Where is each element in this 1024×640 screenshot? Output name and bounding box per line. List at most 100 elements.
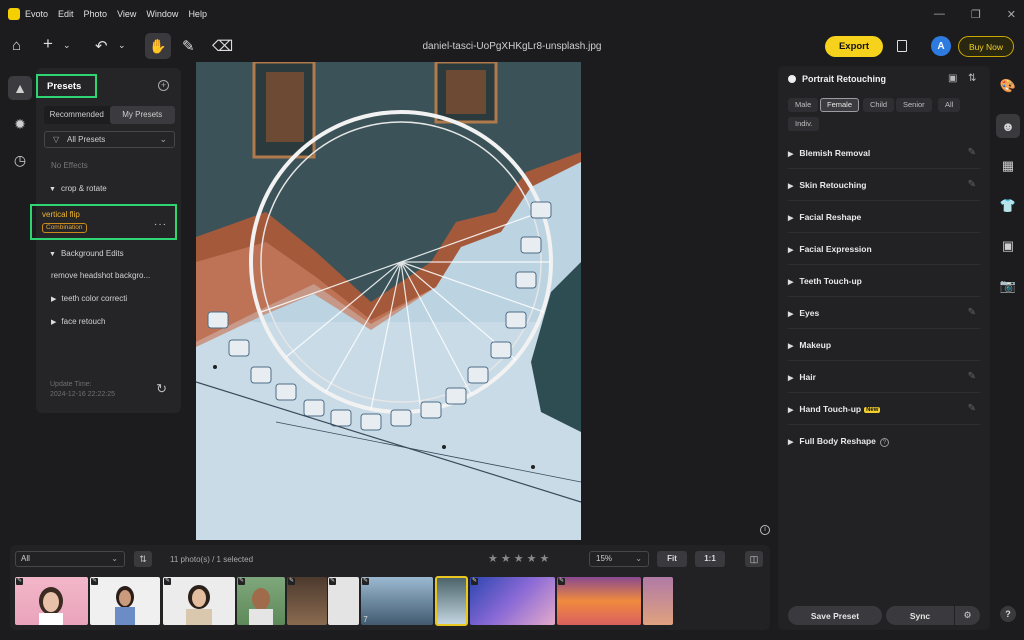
filmstrip-filter-select[interactable]: All ⌄: [15, 551, 125, 567]
toolbar: ⌂ + ⌄ ↶ ⌄ ✋ ✎ ⌫ daniel-tasci-UoPgXHKgLr8…: [0, 30, 1024, 62]
menu-app[interactable]: Evoto: [25, 9, 48, 19]
history-tab-icon[interactable]: ◷: [8, 148, 32, 172]
thumbnail[interactable]: ✎: [287, 577, 327, 625]
feature-full-body-reshape[interactable]: ▶ Full Body Reshape?: [788, 425, 980, 457]
save-preset-button[interactable]: Save Preset: [788, 606, 882, 625]
preset-group-face-retouch[interactable]: ▶ face retouch: [51, 317, 105, 326]
home-icon[interactable]: ⌂: [12, 37, 21, 54]
preset-group-label: face retouch: [61, 317, 106, 326]
preset-group-background-edits[interactable]: ▼ Background Edits: [49, 249, 124, 258]
minimize-icon[interactable]: —: [934, 8, 945, 21]
help-icon[interactable]: ?: [1000, 606, 1016, 622]
info-icon[interactable]: i: [760, 525, 770, 535]
thumbnail[interactable]: ✎: [163, 577, 235, 625]
feature-hair[interactable]: ▶ Hair ✎: [788, 361, 980, 393]
help-icon[interactable]: ?: [879, 438, 889, 447]
sync-settings-icon[interactable]: ⚙: [955, 606, 980, 625]
edit-icon[interactable]: ✎: [968, 393, 976, 425]
photo-canvas[interactable]: [196, 62, 581, 540]
preset-group-crop-rotate[interactable]: ▼ crop & rotate: [49, 184, 107, 193]
compare-icon[interactable]: ⇅: [968, 73, 976, 84]
thumbnail[interactable]: ✎: [15, 577, 88, 625]
one-to-one-button[interactable]: 1:1: [695, 551, 725, 567]
thumbnail[interactable]: ✎ 7: [361, 577, 433, 625]
more-options-icon[interactable]: ···: [154, 219, 167, 230]
preset-no-effects[interactable]: No Effects: [51, 161, 88, 170]
preset-group-teeth-color[interactable]: ▶ teeth color correcti: [51, 294, 127, 303]
thumbnail[interactable]: ✎: [237, 577, 285, 625]
edit-icon[interactable]: ✎: [968, 137, 976, 169]
menu-window[interactable]: Window: [146, 9, 178, 19]
chip-child[interactable]: Child: [863, 98, 895, 112]
chevron-down-icon[interactable]: ⌄: [63, 40, 71, 51]
feature-skin-retouching[interactable]: ▶ Skin Retouching ✎: [788, 169, 980, 201]
feature-blemish-removal[interactable]: ▶ Blemish Removal ✎: [788, 137, 980, 169]
adjust-tab-icon[interactable]: ✹: [8, 112, 32, 136]
preset-vertical-flip[interactable]: vertical flip Combination ···: [30, 204, 177, 240]
eraser-icon[interactable]: ⌫: [212, 37, 233, 55]
fit-button[interactable]: Fit: [657, 551, 687, 567]
feature-hand-touch-up[interactable]: ▶ Hand Touch-up New ✎: [788, 393, 980, 425]
face-detect-icon[interactable]: ▣: [948, 73, 957, 84]
feature-teeth-touch-up[interactable]: ▶ Teeth Touch-up: [788, 265, 980, 297]
chip-senior[interactable]: Senior: [896, 98, 932, 112]
add-icon[interactable]: +: [43, 34, 53, 54]
hand-tool-icon[interactable]: ✋: [145, 33, 171, 59]
feature-facial-expression[interactable]: ▶ Facial Expression: [788, 233, 980, 265]
edit-icon[interactable]: ✎: [968, 169, 976, 201]
thumbnail-image: [186, 585, 212, 625]
thumbnail[interactable]: ✎: [557, 577, 641, 625]
avatar[interactable]: A: [931, 36, 951, 56]
add-preset-icon[interactable]: +: [158, 80, 169, 91]
maximize-icon[interactable]: ❐: [971, 8, 981, 21]
split-view-icon[interactable]: ◫: [745, 551, 763, 567]
chip-all[interactable]: All: [938, 98, 961, 112]
star-rating[interactable]: ★★★★★: [488, 552, 552, 565]
portrait-icon[interactable]: ☻: [996, 114, 1020, 138]
undo-icon[interactable]: ↶: [95, 37, 108, 55]
expand-triangle-icon: ▼: [49, 186, 56, 193]
palette-icon[interactable]: 🎨: [996, 74, 1020, 98]
thumbnail[interactable]: ✎: [90, 577, 160, 625]
tab-my-presets[interactable]: My Presets: [109, 106, 175, 124]
clothing-icon[interactable]: 👕: [996, 194, 1020, 218]
chip-male[interactable]: Male: [788, 98, 819, 112]
preset-filter-select[interactable]: ▽ All Presets ⌄: [44, 131, 175, 148]
zoom-select[interactable]: 15% ⌄: [589, 551, 649, 567]
menu-help[interactable]: Help: [188, 9, 207, 19]
edit-icon[interactable]: ✎: [968, 361, 976, 393]
camera-icon[interactable]: 📷: [996, 274, 1020, 298]
menu-edit[interactable]: Edit: [58, 9, 74, 19]
tab-recommended[interactable]: Recommended: [44, 106, 110, 124]
feature-makeup[interactable]: ▶ Makeup: [788, 329, 980, 361]
exit-icon[interactable]: [897, 40, 907, 52]
zoom-value: 15%: [596, 554, 613, 563]
refresh-icon[interactable]: ↻: [156, 381, 167, 397]
chevron-down-icon[interactable]: ⌄: [118, 40, 126, 51]
feature-facial-reshape[interactable]: ▶ Facial Reshape: [788, 201, 980, 233]
menu-view[interactable]: View: [117, 9, 136, 19]
buy-now-button[interactable]: Buy Now: [958, 36, 1014, 57]
filter-icon: ▽: [53, 135, 60, 144]
sort-icon[interactable]: ⇅: [134, 551, 152, 567]
edit-icon[interactable]: ✎: [968, 297, 976, 329]
left-tool-column: ▲ ✹ ◷: [8, 76, 32, 184]
thumbnail[interactable]: ✎: [470, 577, 555, 625]
thumbnail[interactable]: ✎: [328, 577, 359, 625]
portrait-retouching-panel: Portrait Retouching ▣ ⇅ Male Female Chil…: [778, 66, 990, 630]
feature-eyes[interactable]: ▶ Eyes ✎: [788, 297, 980, 329]
brush-icon[interactable]: ✎: [182, 37, 195, 55]
crop-icon[interactable]: ▣: [996, 234, 1020, 258]
background-icon[interactable]: ▦: [996, 154, 1020, 178]
thumbnail[interactable]: [643, 577, 673, 625]
menu-photo[interactable]: Photo: [84, 9, 108, 19]
sync-button[interactable]: Sync: [886, 606, 954, 625]
chip-individual[interactable]: Indiv.: [788, 117, 820, 131]
presets-tab-icon[interactable]: ▲: [8, 76, 32, 100]
chip-female[interactable]: Female: [820, 98, 860, 112]
export-button[interactable]: Export: [825, 36, 883, 57]
thumbnail-selected[interactable]: [435, 576, 468, 626]
stack-count: 7: [363, 615, 368, 624]
close-icon[interactable]: ✕: [1007, 8, 1016, 21]
preset-remove-headshot[interactable]: remove headshot backgro...: [51, 271, 150, 280]
